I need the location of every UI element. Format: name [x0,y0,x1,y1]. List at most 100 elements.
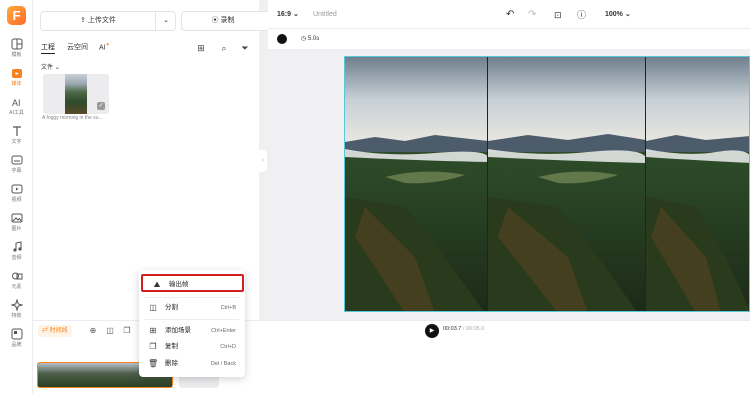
ai-icon: AI [12,98,21,108]
tab-cloud-space[interactable]: 云空间 [67,42,88,52]
rail-item-label: 音频 [11,255,22,261]
rail-item-elements[interactable]: 元素 [0,270,33,296]
clip-frame [72,363,89,387]
files-section-header[interactable]: 文件 ⌄ [41,62,60,71]
upload-icon: ⇪ [80,17,88,24]
canvas-frame [488,57,646,311]
rail-item-subtitles[interactable]: 字幕 [0,154,33,180]
media-icon [11,69,22,78]
playback-time: 00:03.7 / 00:05.0 [443,326,484,332]
menu-divider [145,319,239,320]
menu-item-split[interactable]: ◫ 分割 Ctrl+B [139,299,245,317]
aspect-ratio-value: 16:9 [277,11,292,18]
element-icon [11,272,22,280]
duration-value: 5.0s [307,36,320,42]
upload-button-main[interactable]: ⇪ 上传文件 [41,12,155,30]
rail-item-label: AI工具 [9,110,24,116]
rail-item-text[interactable]: 文字 [0,125,33,151]
zoom-select[interactable]: 100% ⌄ [605,8,631,22]
rail-item-brand[interactable]: 品牌 [0,328,33,354]
upload-label: 上传文件 [87,17,116,24]
video-canvas[interactable] [344,56,750,312]
record-label: 录制 [220,17,235,24]
rail-item-label: 图片 [11,226,22,232]
upload-dropdown-chevron-icon[interactable]: ⌄ [155,12,176,30]
clip-frame [106,363,123,387]
media-thumbnail[interactable]: ✓ [43,74,109,114]
aspect-ratio-select[interactable]: 16:9 ⌄ [277,8,299,22]
redo-icon[interactable]: ↷ [528,8,536,22]
rail-item-label: 媒体 [11,81,22,87]
tab-project[interactable]: 工程 [41,42,55,54]
split-icon[interactable]: ◫ [104,325,116,337]
rail-item-images[interactable]: 图片 [0,212,33,238]
chevron-down-icon: ⌄ [54,65,60,71]
background-color-swatch[interactable] [277,34,287,44]
app-logo[interactable]: F [7,6,26,25]
ai-edit-icon[interactable]: ⊡ [554,8,562,22]
new-folder-icon[interactable]: ⊞ [193,40,209,56]
search-icon[interactable]: ⌕ [216,40,232,56]
rail-item-label: 字幕 [11,168,22,174]
chevron-down-icon: ⌄ [624,11,631,18]
tab-ai[interactable]: AI✦ [99,42,110,51]
help-icon[interactable]: ⓘ [577,8,586,22]
ai-sparkle-icon: ✦ [105,42,110,48]
duration-control[interactable]: ◷ 5.0s [301,33,319,45]
clock-icon: ◷ [301,36,308,42]
rail-item-media[interactable]: 媒体 [0,67,33,93]
rail-item-ai-tools[interactable]: AI AI工具 [0,96,33,122]
tab-ai-label: AI [99,44,106,52]
rail-item-label: 视频 [11,197,22,203]
menu-divider [145,297,239,298]
selected-check-icon[interactable]: ✓ [97,102,105,110]
rail-item-video[interactable]: 视频 [0,183,33,209]
total-time: / 00:05.0 [462,326,485,332]
stage-toolbar: ◷ 5.0s [268,29,750,49]
record-button-main[interactable]: ⦿ 录制 [182,12,264,30]
duplicate-icon[interactable]: ❐ [121,325,133,337]
timeline-label: 时间线 [49,328,68,334]
rail-item-audio[interactable]: 音频 [0,241,33,267]
filter-icon[interactable]: ⏷ [237,40,253,56]
canvas-frame [646,57,749,311]
rail-item-label: 特效 [11,313,22,319]
clip-frame [89,363,106,387]
trash-icon: 🗑 [148,359,159,368]
grid-icon [11,38,22,50]
chevron-down-icon: ⌄ [292,11,299,18]
left-rail: F 模板 媒体 AI AI工具 文字 字幕 视频 图片 音频 元素 特效 品牌 [0,0,33,394]
files-section-label: 文件 [41,65,54,71]
context-menu: ⛰ 输出帧 ◫ 分割 Ctrl+B ⊞ 添加场景 Ctrl+Enter ❐ 复制… [139,270,245,377]
video-icon [11,184,22,194]
export-frame-icon: ⛰ [153,280,161,289]
image-icon [11,213,22,223]
rail-item-label: 文字 [11,139,22,145]
menu-item-shortcut: Ctrl+B [220,305,236,311]
menu-item-duplicate[interactable]: ❐ 复制 Ctrl+D [139,338,245,356]
upload-button[interactable]: ⇪ 上传文件 ⌄ [40,11,176,31]
landscape-image [488,57,645,311]
project-title[interactable]: Untitled [313,8,337,22]
editor-app: F 模板 媒体 AI AI工具 文字 字幕 视频 图片 音频 元素 特效 品牌 … [0,0,750,394]
clip-frame [38,363,55,387]
menu-item-export-frame[interactable]: ⛰ 输出帧 [141,274,244,292]
rail-item-templates[interactable]: 模板 [0,38,33,64]
canvas-area [268,49,750,320]
collapse-panel-chevron-icon[interactable]: ‹ [259,150,267,172]
landscape-image [345,57,487,311]
clip-frame [123,363,140,387]
play-icon: ▶ [429,328,435,334]
menu-item-delete[interactable]: 🗑 删除 Del / Back [139,355,245,373]
play-button[interactable]: ▶ [425,324,439,338]
menu-item-label: 删除 [165,360,178,367]
rail-item-effects[interactable]: 特效 [0,299,33,325]
text-icon [12,126,21,136]
add-icon[interactable]: ⊕ [87,325,99,337]
timeline-toggle[interactable]: ⇄ 时间线 [38,325,72,337]
current-time: 00:03.7 [443,326,462,332]
top-bar: 16:9 ⌄ Untitled ↶ ↷ ⊡ ⓘ 100% ⌄ [268,0,750,29]
rail-item-label: 元素 [11,284,22,290]
undo-icon[interactable]: ↶ [506,8,514,22]
clip-frame [55,363,72,387]
